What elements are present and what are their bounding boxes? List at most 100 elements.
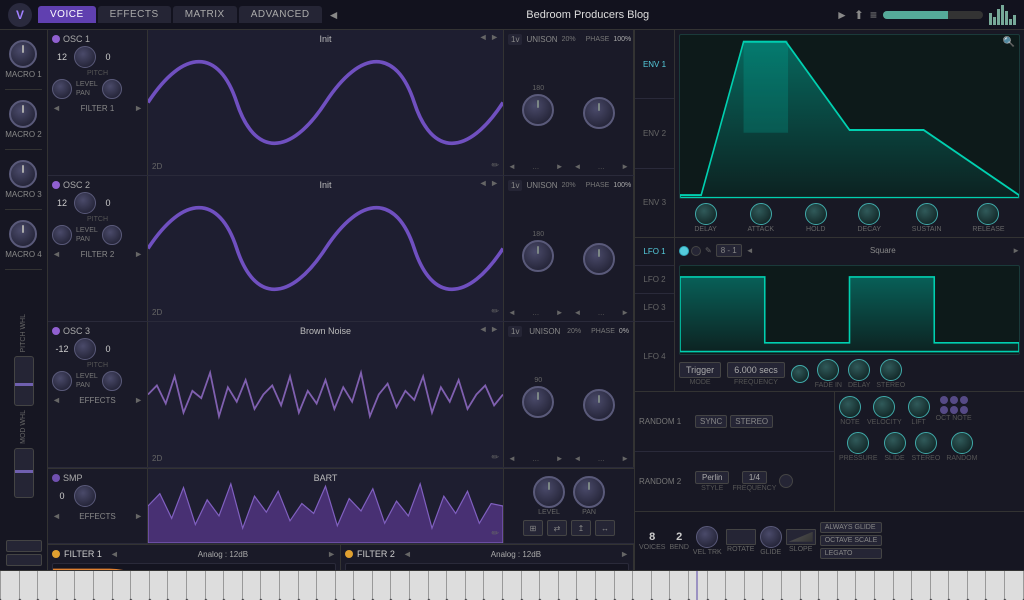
- white-key[interactable]: [801, 571, 820, 600]
- lfo-dot-2[interactable]: [691, 246, 701, 256]
- env-3-tab[interactable]: ENV 3: [635, 169, 674, 237]
- white-key[interactable]: [429, 571, 448, 600]
- osc-3-filter-next[interactable]: ►: [134, 395, 143, 405]
- white-key[interactable]: [819, 571, 838, 600]
- osc-2-filter-prev[interactable]: ◄: [52, 249, 61, 259]
- osc-1-uni-prev[interactable]: ◄: [508, 162, 516, 171]
- white-key[interactable]: [410, 571, 429, 600]
- white-key[interactable]: [131, 571, 150, 600]
- filter-2-curve[interactable]: [345, 563, 629, 570]
- nav-save[interactable]: ⬆: [854, 8, 864, 22]
- osc-2-phase-next[interactable]: ►: [621, 308, 629, 317]
- osc-3-edit-icon[interactable]: ✏: [491, 452, 499, 463]
- white-key[interactable]: [484, 571, 503, 600]
- osc-2-phase-knob[interactable]: [583, 243, 615, 275]
- pitch-wheel[interactable]: [14, 356, 34, 406]
- osc-3-unison-knob[interactable]: [522, 386, 554, 418]
- white-key[interactable]: [652, 571, 671, 600]
- osc-1-edit-icon[interactable]: ✏: [491, 160, 499, 171]
- osc-3-wave-arrows[interactable]: ◄ ►: [479, 324, 499, 334]
- lfo-rate-arrow-prev[interactable]: ◄: [746, 246, 754, 255]
- osc-3-phase-next[interactable]: ►: [621, 454, 629, 463]
- legato-btn[interactable]: LEGATO: [820, 548, 883, 559]
- white-key[interactable]: [447, 571, 466, 600]
- white-key[interactable]: [20, 571, 39, 600]
- white-key[interactable]: [875, 571, 894, 600]
- lfo-3-tab[interactable]: LFO 3: [635, 294, 674, 322]
- osc-3-phase-prev[interactable]: ◄: [574, 454, 582, 463]
- white-key[interactable]: [782, 571, 801, 600]
- osc-2-level-knob[interactable]: [52, 225, 72, 245]
- smp-level-knob[interactable]: [533, 476, 565, 508]
- osc-1-wave-arrows[interactable]: ◄ ►: [479, 32, 499, 42]
- white-key[interactable]: [615, 571, 634, 600]
- nav-menu[interactable]: ≡: [870, 8, 877, 22]
- white-key[interactable]: [261, 571, 280, 600]
- osc-2-edit-icon[interactable]: ✏: [491, 306, 499, 317]
- env-2-tab[interactable]: ENV 2: [635, 99, 674, 168]
- env-zoom-icon[interactable]: 🔍: [1003, 37, 1015, 48]
- env-sustain-knob[interactable]: [916, 203, 938, 225]
- osc-3-uni-next[interactable]: ►: [556, 454, 564, 463]
- white-key[interactable]: [354, 571, 373, 600]
- white-key[interactable]: [670, 571, 689, 600]
- slide-knob[interactable]: [884, 432, 906, 454]
- rotate-slider[interactable]: [726, 529, 756, 545]
- white-key[interactable]: [75, 571, 94, 600]
- white-key[interactable]: [633, 571, 652, 600]
- random-1-sync[interactable]: SYNC: [695, 415, 727, 428]
- lfo-trigger-btn[interactable]: Trigger: [679, 362, 721, 378]
- smp-icon-1[interactable]: ⊞: [523, 520, 543, 536]
- lfo-2-tab[interactable]: LFO 2: [635, 266, 674, 294]
- osc-1-waveform[interactable]: Init ◄ ► 2D ✏: [148, 30, 504, 175]
- smp-filter-prev[interactable]: ◄: [52, 511, 61, 521]
- lfo-fadein-knob[interactable]: [817, 359, 839, 381]
- white-key[interactable]: [94, 571, 113, 600]
- white-key[interactable]: [57, 571, 76, 600]
- lift-knob[interactable]: [908, 396, 930, 418]
- veltrk-knob[interactable]: [696, 526, 718, 548]
- white-key[interactable]: [986, 571, 1005, 600]
- slope-display[interactable]: [786, 529, 816, 545]
- random-2-note-icon[interactable]: [779, 474, 793, 488]
- white-key[interactable]: [894, 571, 913, 600]
- osc-1-phase-prev[interactable]: ◄: [574, 162, 582, 171]
- smp-edit-icon[interactable]: ✏: [491, 528, 499, 539]
- env-1-tab[interactable]: ENV 1: [635, 30, 674, 99]
- lfo-circle-knob[interactable]: [791, 365, 809, 383]
- osc-3-pan-knob[interactable]: [102, 371, 122, 391]
- white-key[interactable]: [838, 571, 857, 600]
- lfo-rate-display[interactable]: 8 - 1: [716, 244, 742, 257]
- white-key[interactable]: [559, 571, 578, 600]
- random-2-freq-btn[interactable]: 1/4: [742, 471, 767, 484]
- random-2-style-btn[interactable]: Perlin: [695, 471, 729, 484]
- white-key[interactable]: [0, 571, 20, 600]
- white-key[interactable]: [373, 571, 392, 600]
- filter-1-type-next[interactable]: ►: [327, 549, 336, 559]
- pressure-knob[interactable]: [847, 432, 869, 454]
- white-key[interactable]: [206, 571, 225, 600]
- osc-2-pitch-knob[interactable]: [74, 192, 96, 214]
- white-key[interactable]: [596, 571, 615, 600]
- smp-waveform[interactable]: BART ✏: [148, 469, 504, 543]
- smp-icon-2[interactable]: ⇄: [547, 520, 567, 536]
- osc-1-filter-next[interactable]: ►: [134, 103, 143, 113]
- tab-matrix[interactable]: MATRIX: [173, 6, 237, 23]
- macro-3-knob[interactable]: [9, 160, 37, 188]
- white-key[interactable]: [745, 571, 764, 600]
- osc-2-uni-next[interactable]: ►: [556, 308, 564, 317]
- white-key[interactable]: [243, 571, 262, 600]
- osc-1-phase-knob[interactable]: [583, 97, 615, 129]
- white-key[interactable]: [708, 571, 727, 600]
- bottom-btn-2[interactable]: [6, 554, 42, 566]
- white-key[interactable]: [317, 571, 336, 600]
- white-key[interactable]: [726, 571, 745, 600]
- glide-knob[interactable]: [760, 526, 782, 548]
- env-hold-knob[interactable]: [805, 203, 827, 225]
- osc-3-waveform[interactable]: Brown Noise ◄ ► 2D ✏: [148, 322, 504, 467]
- white-key[interactable]: [187, 571, 206, 600]
- smp-filter-next[interactable]: ►: [134, 511, 143, 521]
- white-key[interactable]: [1005, 571, 1024, 600]
- octave-scale-btn[interactable]: OCTAVE SCALE: [820, 535, 883, 546]
- osc-2-wave-arrows[interactable]: ◄ ►: [479, 178, 499, 188]
